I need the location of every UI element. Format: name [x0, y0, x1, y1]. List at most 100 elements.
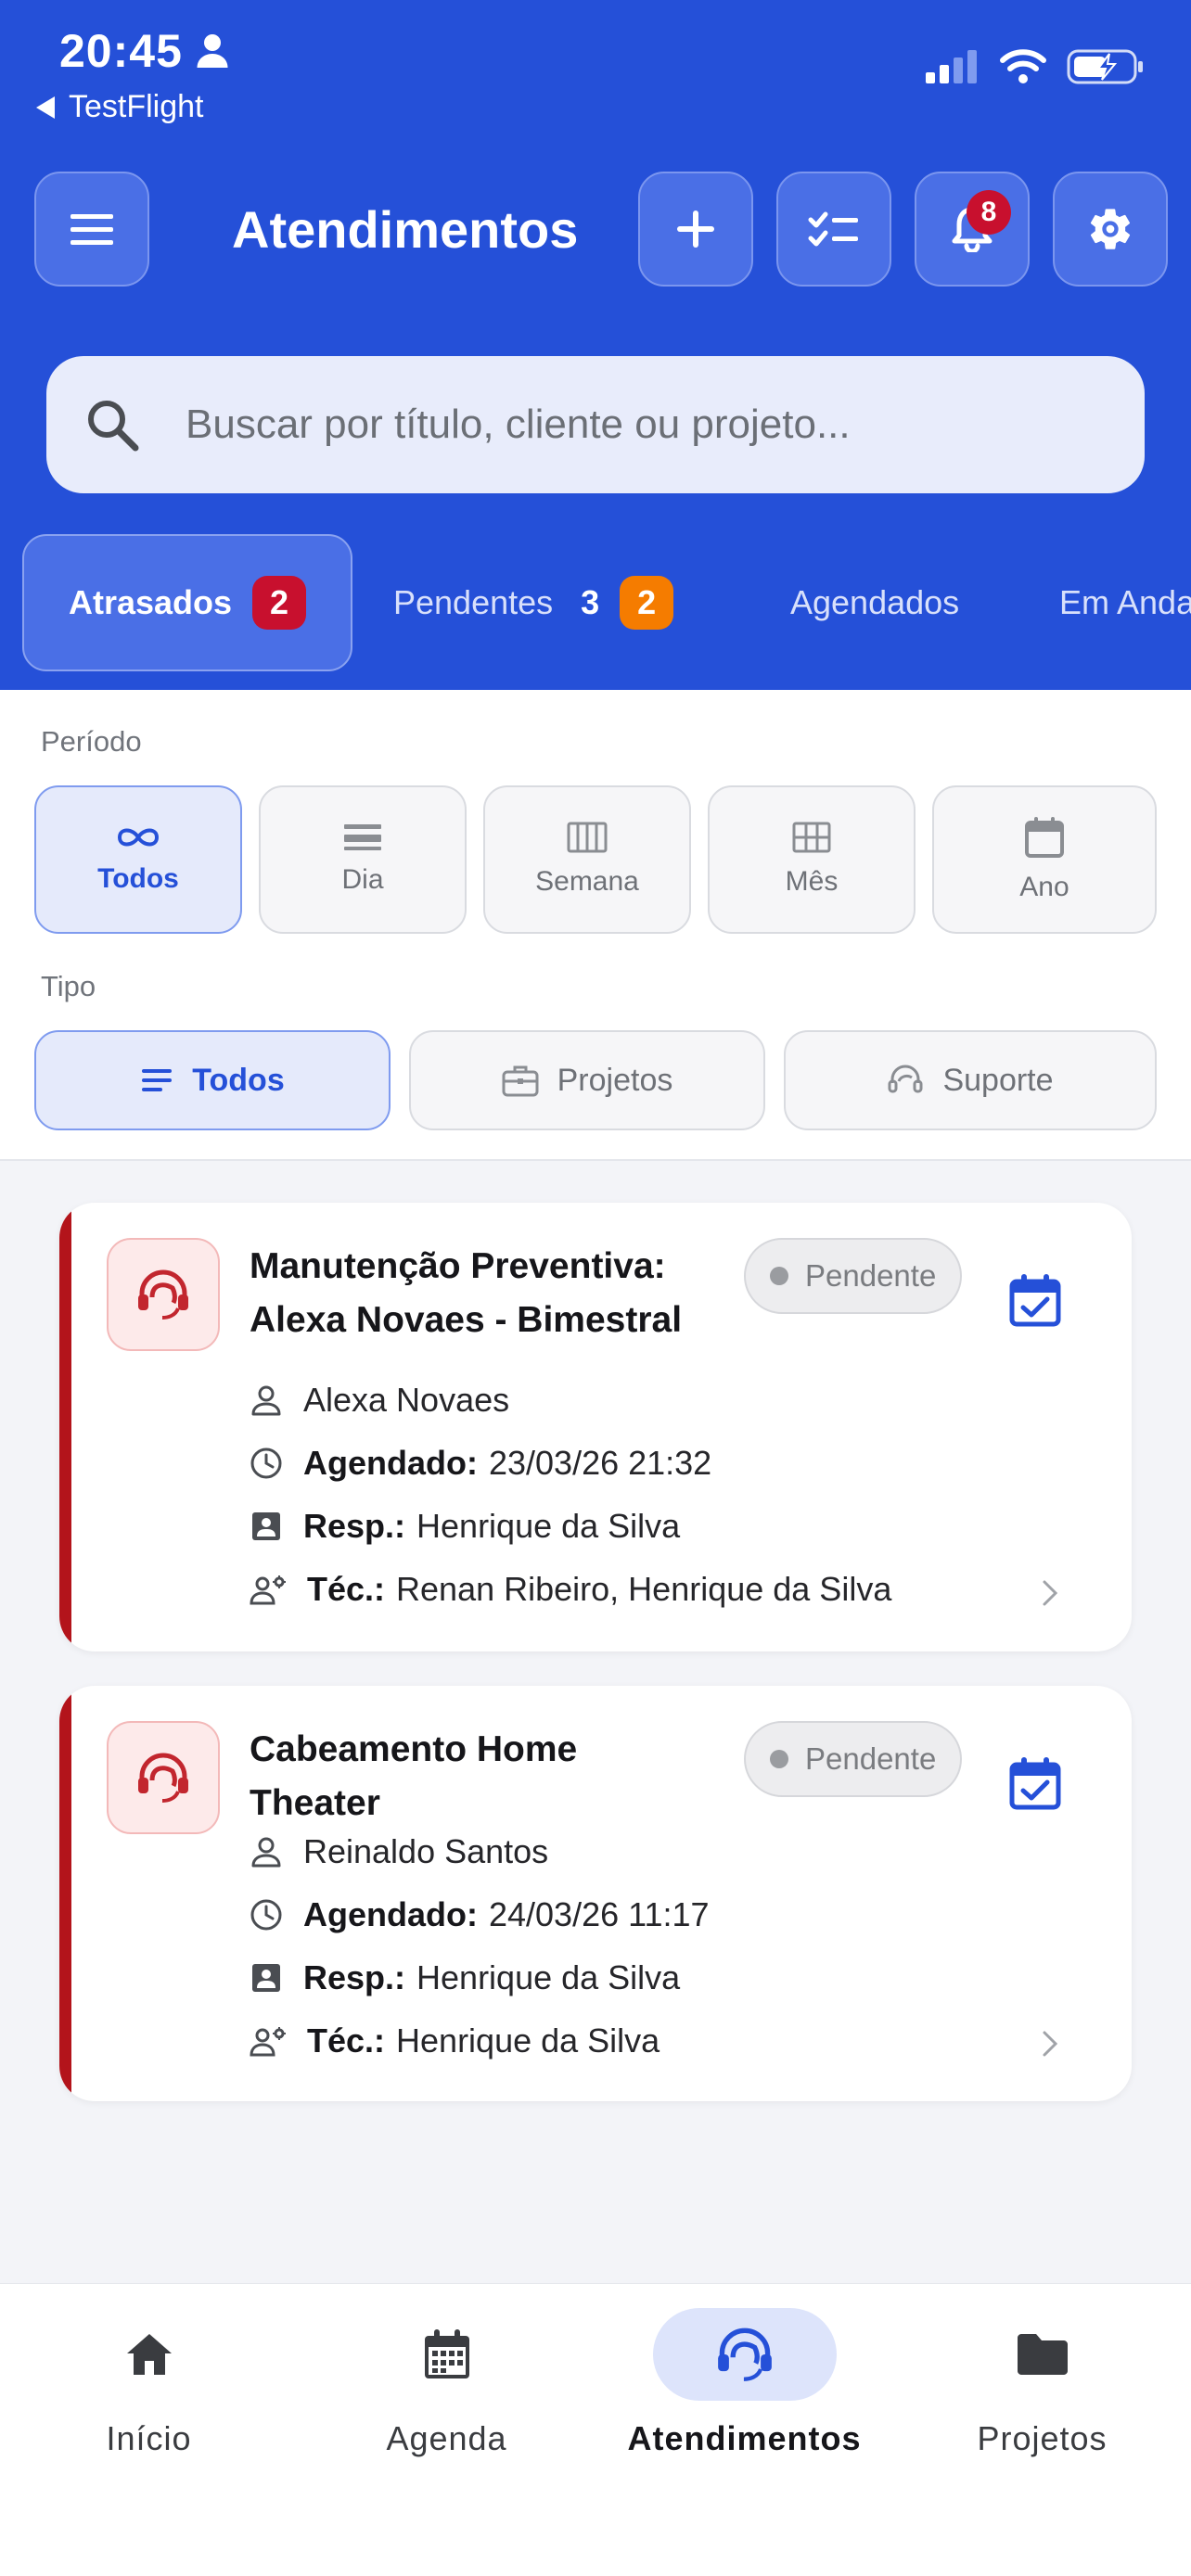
- type-label: Tipo: [41, 970, 96, 1002]
- battery-icon: [1067, 49, 1143, 84]
- type-chip-suporte[interactable]: Suporte: [784, 1030, 1157, 1130]
- chip-label: Dia: [341, 864, 384, 895]
- signal-icon: [926, 50, 977, 83]
- nav-agenda[interactable]: Agenda: [298, 2308, 596, 2458]
- chevron-right-icon[interactable]: [1041, 2029, 1059, 2059]
- plus-icon: [677, 210, 714, 248]
- back-app-label: TestFlight: [69, 89, 204, 124]
- technicians-value: Renan Ribeiro, Henrique da Silva: [396, 1570, 892, 1608]
- day-view-icon: [344, 824, 381, 850]
- engineer-icon: [250, 1575, 286, 1605]
- menu-icon: [70, 214, 113, 245]
- contact-card-icon: [252, 1512, 280, 1540]
- scheduled-row: Agendado: 24/03/26 11:17: [250, 1895, 710, 1934]
- period-chip-ano[interactable]: Ano: [932, 785, 1157, 934]
- person-outline-icon: [251, 1385, 281, 1416]
- infinity-icon: [117, 828, 160, 847]
- tab-label: Agendados: [790, 583, 960, 621]
- client-name: Alexa Novaes: [303, 1381, 510, 1419]
- settings-button[interactable]: [1053, 172, 1168, 287]
- scheduled-label: Agendado:: [303, 1444, 478, 1482]
- nav-label: Agenda: [386, 2419, 507, 2457]
- technicians-label: Téc.:: [307, 2021, 386, 2060]
- menu-button[interactable]: [34, 172, 149, 287]
- checklist-icon: [808, 211, 858, 247]
- support-type-badge: [107, 1721, 220, 1834]
- technicians-value: Henrique da Silva: [396, 2021, 660, 2060]
- back-triangle-icon: [36, 96, 55, 119]
- back-to-app[interactable]: TestFlight: [35, 89, 204, 125]
- status-badge: Pendente: [744, 1721, 963, 1797]
- gear-icon: [1090, 209, 1131, 249]
- nav-label: Projetos: [977, 2419, 1108, 2457]
- tab-atrasados[interactable]: Atrasados 2: [22, 534, 353, 671]
- chip-label: Projetos: [557, 1062, 673, 1098]
- month-view-icon: [792, 822, 831, 853]
- period-chip-mes[interactable]: Mês: [708, 785, 916, 934]
- app-bar: Atendimentos 8: [0, 172, 1191, 287]
- period-chip-todos[interactable]: Todos: [34, 785, 242, 934]
- type-chip-todos[interactable]: Todos: [34, 1030, 391, 1130]
- chevron-right-icon[interactable]: [1041, 1578, 1059, 1608]
- search-input[interactable]: [186, 402, 1076, 448]
- responsible-value: Henrique da Silva: [416, 1507, 681, 1545]
- scheduled-label: Agendado:: [303, 1895, 478, 1933]
- nav-label: Início: [106, 2419, 192, 2457]
- priority-bar: [59, 1686, 71, 2101]
- status-indicators: [926, 48, 1145, 85]
- week-view-icon: [567, 822, 608, 853]
- support-type-badge: [107, 1238, 220, 1351]
- status-tabs: Atrasados 2 Pendentes 3 2 Agendados Em A…: [22, 534, 1191, 671]
- responsible-label: Resp.:: [303, 1507, 406, 1545]
- chip-label: Todos: [97, 863, 179, 894]
- home-icon: [126, 2334, 172, 2375]
- tab-label: Pendentes: [393, 583, 554, 621]
- status-label: Pendente: [805, 1741, 937, 1776]
- service-card[interactable]: Cabeamento Home Theater Pendente Reinald…: [59, 1686, 1132, 2101]
- nav-inicio[interactable]: Início: [0, 2308, 298, 2458]
- calendar-icon: [1025, 817, 1064, 858]
- person-icon: [197, 34, 228, 68]
- nav-atendimentos[interactable]: Atendimentos: [596, 2308, 893, 2458]
- tab-em-andamento[interactable]: Em Anda: [1059, 534, 1191, 671]
- technicians-row: Téc.: Renan Ribeiro, Henrique da Silva: [250, 1570, 891, 1609]
- page-title: Atendimentos: [232, 200, 579, 259]
- priority-bar: [59, 1203, 71, 1651]
- calendar-check-icon[interactable]: [1009, 1756, 1061, 1810]
- status-time: 20:45: [59, 25, 183, 77]
- status-dot: [770, 1750, 788, 1768]
- notifications-button[interactable]: 8: [915, 172, 1030, 287]
- add-button[interactable]: [638, 172, 753, 287]
- bottom-navigation: Início Agenda Atendimentos Projetos: [0, 2283, 1191, 2576]
- search-icon: [88, 401, 139, 452]
- search-bar[interactable]: [46, 356, 1145, 493]
- service-card[interactable]: Manutenção Preventiva: Alexa Novaes - Bi…: [59, 1203, 1132, 1651]
- header: 20:45 TestFlight Atendimentos 8 Buscar p…: [0, 0, 1191, 690]
- tab-agendados[interactable]: Agendados: [790, 534, 959, 671]
- type-chip-projetos[interactable]: Projetos: [409, 1030, 765, 1130]
- nav-projetos[interactable]: Projetos: [893, 2308, 1191, 2458]
- tab-label: Em Anda: [1059, 583, 1191, 621]
- list-icon: [142, 1069, 173, 1091]
- tab-pendentes[interactable]: Pendentes 3 2: [393, 534, 674, 671]
- nav-icon-wrap: [58, 2308, 241, 2401]
- checklist-button[interactable]: [776, 172, 891, 287]
- responsible-label: Resp.:: [303, 1958, 406, 1996]
- chip-label: Ano: [1019, 872, 1069, 902]
- responsible-value: Henrique da Silva: [416, 1958, 681, 1996]
- calendar-check-icon[interactable]: [1009, 1273, 1061, 1327]
- client-name: Reinaldo Santos: [303, 1832, 549, 1870]
- card-title: Cabeamento Home Theater: [250, 1729, 578, 1823]
- period-chip-semana[interactable]: Semana: [483, 785, 691, 934]
- technicians-row: Téc.: Henrique da Silva: [250, 2021, 660, 2060]
- nav-icon-wrap: [951, 2308, 1134, 2401]
- headset-icon: [888, 1065, 923, 1093]
- tab-badge: 2: [620, 576, 674, 630]
- scheduled-value: 23/03/26 21:32: [488, 1444, 712, 1482]
- period-chip-dia[interactable]: Dia: [259, 785, 467, 934]
- headset-icon: [717, 2327, 772, 2381]
- briefcase-icon: [502, 1065, 539, 1097]
- engineer-icon: [250, 2027, 286, 2057]
- clock-icon: [250, 1899, 282, 1931]
- period-label: Período: [41, 725, 142, 758]
